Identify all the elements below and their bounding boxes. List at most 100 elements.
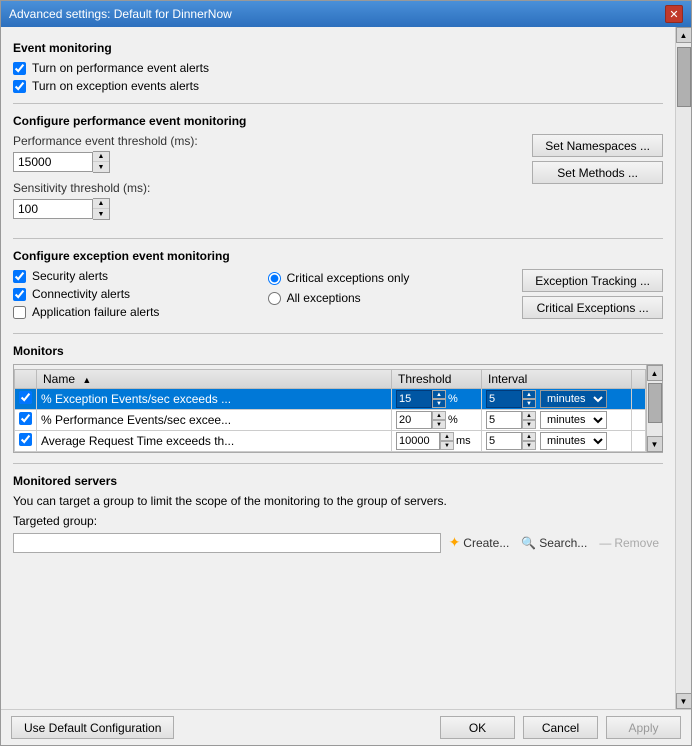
monitored-servers-section: Monitored servers You can target a group… [13,474,663,583]
perf-threshold-down[interactable]: ▼ [93,162,109,172]
remove-button[interactable]: — Remove [595,534,663,552]
monitor-row-1-unit: % [448,393,458,405]
monitor-row-3-name: Average Request Time exceeds th... [37,431,392,452]
ok-button[interactable]: OK [440,716,515,739]
monitor-row-1-check-cell [15,389,37,410]
main-scrollbar: ▲ ▼ [675,27,691,709]
monitor-row-1: % Exception Events/sec exceeds ... ▲ ▼ [15,389,646,410]
perf-left: Performance event threshold (ms): ▲ ▼ Se… [13,134,524,228]
monitor-row-1-threshold-up[interactable]: ▲ [432,390,446,399]
perf-alerts-checkbox[interactable] [13,62,26,75]
monitor-row-1-threshold-input[interactable] [396,390,432,408]
main-window: Advanced settings: Default for DinnerNow… [0,0,692,746]
appfailure-alerts-checkbox[interactable] [13,306,26,319]
separator-1 [13,103,663,104]
col-threshold: Threshold [392,370,482,389]
monitors-scroll-up[interactable]: ▲ [647,365,663,381]
content-area: Event monitoring Turn on performance eve… [1,27,691,709]
monitors-vscroll: ▲ ▼ [646,365,662,452]
col-name[interactable]: Name ▲ [37,370,392,389]
perf-threshold-spinner-btns: ▲ ▼ [93,151,110,173]
monitor-row-3-threshold-btns: ▲ ▼ [440,432,454,450]
set-namespaces-button[interactable]: Set Namespaces ... [532,134,663,157]
monitor-row-2-threshold-down[interactable]: ▼ [432,420,446,429]
critical-exceptions-label: Critical exceptions only [287,271,410,285]
security-alerts-checkbox[interactable] [13,270,26,283]
separator-4 [13,463,663,464]
exc-buttons: Exception Tracking ... Critical Exceptio… [522,269,663,319]
monitor-row-3-threshold-up[interactable]: ▲ [440,432,454,441]
monitor-row-1-checkbox[interactable] [19,391,32,404]
critical-exceptions-radio[interactable] [268,272,281,285]
sensitivity-spinner: ▲ ▼ [13,198,524,220]
monitor-row-2-interval-select[interactable]: minutes hours seconds [540,411,607,429]
monitor-row-2-threshold-input[interactable] [396,411,432,429]
monitor-row-1-interval-up[interactable]: ▲ [522,390,536,399]
main-scroll-thumb[interactable] [677,47,691,107]
monitor-row-2-threshold-up[interactable]: ▲ [432,411,446,420]
monitor-row-3-interval-down[interactable]: ▼ [522,441,536,450]
security-alerts-row: Security alerts [13,269,258,283]
monitors-scroll-thumb[interactable] [648,383,662,423]
create-button[interactable]: ✦ Create... [445,532,514,553]
sensitivity-label: Sensitivity threshold (ms): [13,181,524,195]
targeted-group-label: Targeted group: [13,514,663,528]
perf-threshold-input[interactable] [13,152,93,172]
monitored-servers-title: Monitored servers [13,474,663,488]
targeted-group-input[interactable] [13,533,441,553]
monitor-row-2-threshold: ▲ ▼ % [392,410,482,431]
connectivity-alerts-row: Connectivity alerts [13,287,258,301]
monitor-row-2-interval-down[interactable]: ▼ [522,420,536,429]
sensitivity-up[interactable]: ▲ [93,199,109,209]
monitor-row-1-scroll-cell [632,389,646,410]
monitor-row-2-checkbox[interactable] [19,412,32,425]
monitor-row-2-interval: ▲ ▼ minutes hours seconds [482,410,632,431]
monitor-row-2-interval-up[interactable]: ▲ [522,411,536,420]
connectivity-alerts-label: Connectivity alerts [32,287,130,301]
title-bar: Advanced settings: Default for DinnerNow… [1,1,691,27]
exc-radios: Critical exceptions only All exceptions [268,269,513,305]
apply-button[interactable]: Apply [606,716,681,739]
monitor-row-3-interval-up[interactable]: ▲ [522,432,536,441]
monitor-row-3-unit: ms [456,435,471,447]
monitor-row-2-check-cell [15,410,37,431]
monitors-tbody: % Exception Events/sec exceeds ... ▲ ▼ [15,389,646,452]
all-exceptions-row: All exceptions [268,291,513,305]
connectivity-alerts-checkbox[interactable] [13,288,26,301]
monitor-row-1-threshold-down[interactable]: ▼ [432,399,446,408]
cancel-button[interactable]: Cancel [523,716,598,739]
monitor-row-2-interval-input[interactable] [486,411,522,429]
monitor-row-1-interval-input[interactable] [486,390,522,408]
main-scroll-down[interactable]: ▼ [676,693,692,709]
monitors-table-inner: Name ▲ Threshold Interval [14,365,646,452]
perf-config-layout: Performance event threshold (ms): ▲ ▼ Se… [13,134,663,228]
exception-tracking-button[interactable]: Exception Tracking ... [522,269,663,292]
monitor-row-1-interval-down[interactable]: ▼ [522,399,536,408]
main-scroll-up[interactable]: ▲ [676,27,692,43]
monitor-row-3-interval: ▲ ▼ minutes hours seconds [482,431,632,452]
exc-config-layout: Security alerts Connectivity alerts Appl… [13,269,663,323]
use-default-button[interactable]: Use Default Configuration [11,716,174,739]
monitor-row-1-interval-select[interactable]: minutes hours seconds [540,390,607,408]
monitor-row-1-threshold-spinner: ▲ ▼ % [396,390,477,408]
all-exceptions-radio[interactable] [268,292,281,305]
exc-config-title: Configure exception event monitoring [13,249,663,263]
sensitivity-down[interactable]: ▼ [93,209,109,219]
star-icon: ✦ [449,534,461,551]
set-methods-button[interactable]: Set Methods ... [532,161,663,184]
exc-alerts-checkbox[interactable] [13,80,26,93]
monitor-row-3-interval-input[interactable] [486,432,522,450]
event-monitoring-title: Event monitoring [13,41,663,55]
monitor-row-3-threshold-down[interactable]: ▼ [440,441,454,450]
sensitivity-input[interactable] [13,199,93,219]
perf-threshold-up[interactable]: ▲ [93,152,109,162]
critical-exceptions-button[interactable]: Critical Exceptions ... [522,296,663,319]
monitor-row-3-checkbox[interactable] [19,433,32,446]
search-button[interactable]: 🔍 Search... [517,534,591,552]
monitor-row-3-interval-select[interactable]: minutes hours seconds [540,432,607,450]
search-icon: 🔍 [521,536,536,550]
monitor-row-2-interval-spinner: ▲ ▼ minutes hours seconds [486,411,627,429]
close-button[interactable]: ✕ [665,5,683,23]
monitor-row-3-threshold-input[interactable] [396,432,440,450]
monitors-scroll-down[interactable]: ▼ [647,436,663,452]
